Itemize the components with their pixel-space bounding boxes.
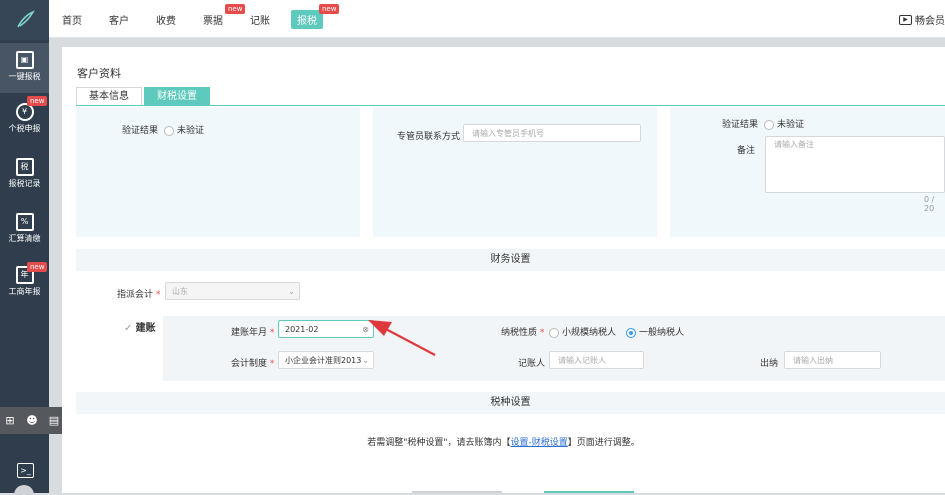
nav-bookkeeping[interactable]: 记账 bbox=[250, 12, 270, 27]
tab-bar: 基本信息 财税设置 bbox=[76, 87, 212, 105]
cashier-label: 出纳 bbox=[760, 359, 779, 369]
month-picker[interactable]: 2021-02 ⊗ bbox=[278, 320, 374, 338]
sidebar-item-label: 个税申报 bbox=[8, 124, 41, 133]
nav-customer[interactable]: 客户 bbox=[109, 12, 129, 27]
verify-panel-1: 验证结果 未验证 bbox=[76, 107, 360, 237]
sidebar-item-annual-report[interactable]: new 年 工商年报 bbox=[0, 258, 49, 308]
sidebar-item-settlement[interactable]: % 汇算清缴 bbox=[0, 205, 49, 255]
new-badge: new bbox=[27, 96, 48, 106]
status-radio-icon bbox=[164, 125, 174, 136]
monitor-icon: ▣ bbox=[15, 51, 34, 69]
smiley-icon[interactable]: ☻ bbox=[25, 414, 39, 427]
chevron-down-icon: ⌄ bbox=[362, 356, 369, 365]
sidebar-bottom-tab[interactable] bbox=[14, 485, 34, 495]
tax-nature-general[interactable]: 一般纳税人 bbox=[626, 325, 684, 338]
clear-icon[interactable]: ⊗ bbox=[362, 321, 369, 339]
top-navbar: 首页 客户 收费 票据 new 记账 报税 new ▶ 畅会员 bbox=[49, 0, 945, 38]
app-logo[interactable] bbox=[0, 0, 49, 40]
contact-label: 专管员联系方式 bbox=[397, 132, 461, 142]
month-label: 建账年月 * bbox=[231, 328, 275, 338]
tab-underline bbox=[76, 105, 945, 106]
check-icon: ✓ bbox=[124, 323, 133, 334]
jianzhang-settings-box: 建账年月 * 2021-02 ⊗ 纳税性质 * 小规模纳税人 一般纳税人 会计制度… bbox=[163, 316, 945, 381]
remark-textarea[interactable]: 请输入备注 bbox=[765, 136, 945, 193]
nav-home[interactable]: 首页 bbox=[62, 12, 82, 27]
accounting-system-select[interactable]: 小企业会计准则2013 ⌄ bbox=[278, 351, 374, 369]
tab-tax-settings[interactable]: 财税设置 bbox=[144, 87, 210, 105]
sidebar-item-onekey-tax[interactable]: ▣ 一键报税 bbox=[0, 43, 49, 93]
nav-fees[interactable]: 收费 bbox=[156, 12, 176, 27]
contact-phone-input[interactable]: 请输入专管员手机号 bbox=[463, 124, 641, 142]
tax-nature-label: 纳税性质 * bbox=[501, 328, 545, 338]
bookkeeper-label: 记账人 bbox=[518, 359, 546, 369]
sidebar-item-label: 工商年报 bbox=[8, 287, 41, 296]
chat-icon[interactable]: ▤ bbox=[47, 414, 61, 427]
feather-logo-icon bbox=[16, 10, 35, 28]
sidebar-item-label: 报税记录 bbox=[8, 179, 41, 188]
sidebar-item-label: 一键报税 bbox=[8, 72, 41, 81]
sidebar-item-tax-records[interactable]: 税 报税记录 bbox=[0, 150, 49, 200]
chevron-down-icon: ⌄ bbox=[288, 287, 295, 296]
verify-label: 验证结果 bbox=[722, 120, 759, 130]
record-icon: 税 bbox=[15, 158, 34, 176]
jianzhang-checkbox[interactable]: ✓ 建账 bbox=[124, 319, 156, 334]
remark-label: 备注 bbox=[737, 146, 756, 156]
customer-profile-card: 客户资料 基本信息 财税设置 验证结果 未验证 专管员联系方式 请输入专管员手机… bbox=[62, 47, 945, 493]
new-badge: new bbox=[319, 4, 340, 14]
bookkeeper-input[interactable]: 请输入记账人 bbox=[549, 351, 644, 369]
assign-accountant-select[interactable]: 山东 ⌄ bbox=[165, 282, 300, 300]
terminal-icon[interactable]: >_ bbox=[17, 463, 34, 478]
radio-icon bbox=[549, 327, 559, 338]
verify-status: 未验证 bbox=[764, 117, 804, 130]
cashier-input[interactable]: 请输入出纳 bbox=[784, 351, 881, 369]
contact-panel: 专管员联系方式 请输入专管员手机号 bbox=[373, 107, 657, 237]
verify-label: 验证结果 bbox=[122, 126, 159, 136]
video-icon: ▶ bbox=[899, 14, 912, 25]
grid-icon[interactable]: ⊞ bbox=[3, 414, 17, 427]
sidebar-item-personal-tax[interactable]: new ¥ 个税申报 bbox=[0, 95, 49, 145]
remark-counter: 0 / 20 bbox=[924, 195, 935, 213]
new-badge: new bbox=[27, 262, 48, 272]
member-label: 畅会员 bbox=[915, 16, 945, 27]
tax-settings-notice: 若需调整"税种设置"，请去账簿内【设置-财税设置】页面进行调整。 bbox=[367, 438, 640, 448]
radio-selected-icon bbox=[626, 327, 636, 338]
percent-icon: % bbox=[15, 213, 34, 231]
new-badge: new bbox=[225, 4, 246, 14]
verify-status: 未验证 bbox=[164, 123, 204, 136]
finance-section-header: 财务设置 bbox=[76, 249, 945, 271]
accounting-system-label: 会计制度 * bbox=[231, 359, 275, 369]
assign-accountant-label: 指派会计 * bbox=[117, 290, 161, 300]
nav-invoices[interactable]: 票据 bbox=[203, 12, 223, 27]
settings-link[interactable]: 设置-财税设置 bbox=[511, 438, 568, 448]
member-link[interactable]: ▶ 畅会员 bbox=[899, 12, 945, 27]
tab-basic-info[interactable]: 基本信息 bbox=[76, 87, 142, 105]
verify-panel-2: 验证结果 未验证 备注 请输入备注 0 / 20 bbox=[670, 107, 945, 237]
tax-section-header: 税种设置 bbox=[76, 392, 945, 414]
status-radio-icon bbox=[764, 119, 774, 130]
tax-nature-small[interactable]: 小规模纳税人 bbox=[549, 325, 616, 338]
page-title: 客户资料 bbox=[77, 67, 121, 80]
sidebar-item-label: 汇算清缴 bbox=[8, 234, 41, 243]
